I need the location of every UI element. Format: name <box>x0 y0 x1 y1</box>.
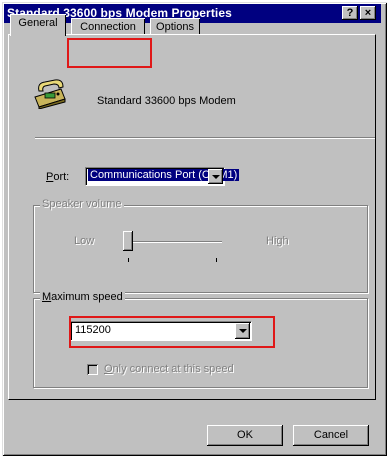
tab-general[interactable]: General <box>10 14 66 36</box>
tab-connection-label: Connection <box>80 21 136 33</box>
tab-general-label: General <box>18 17 58 29</box>
speaker-volume-label: Speaker volume <box>40 198 124 210</box>
ok-button[interactable]: OK <box>207 425 283 446</box>
close-button[interactable]: × <box>360 6 376 20</box>
separator <box>35 137 375 139</box>
max-speed-highlight <box>69 316 275 348</box>
ok-button-label: OK <box>237 429 253 441</box>
port-select[interactable]: Communications Port (COM1) <box>85 167 240 186</box>
cancel-button[interactable]: Cancel <box>293 425 369 446</box>
port-label: Port: <box>46 171 70 183</box>
volume-tick-max <box>216 258 217 262</box>
modem-name: Standard 33600 bps Modem <box>97 95 236 107</box>
only-connect-label: Only connect at this speed <box>104 363 234 375</box>
speaker-volume-group: Speaker volume Low High <box>33 198 368 293</box>
help-button[interactable]: ? <box>342 6 358 20</box>
maximum-speed-label: Maximum speed <box>40 291 125 303</box>
modem-phone-icon <box>34 79 66 109</box>
volume-high-label: High <box>266 235 289 247</box>
volume-slider-thumb[interactable] <box>123 231 133 251</box>
tab-options-label: Options <box>156 21 194 33</box>
only-connect-checkbox[interactable] <box>87 364 98 375</box>
port-dropdown-button[interactable] <box>208 169 223 184</box>
cancel-button-label: Cancel <box>313 429 349 441</box>
volume-slider-track <box>124 241 222 243</box>
volume-tick-min <box>128 258 129 262</box>
connection-tab-highlight <box>67 38 152 68</box>
volume-low-label: Low <box>74 235 95 247</box>
